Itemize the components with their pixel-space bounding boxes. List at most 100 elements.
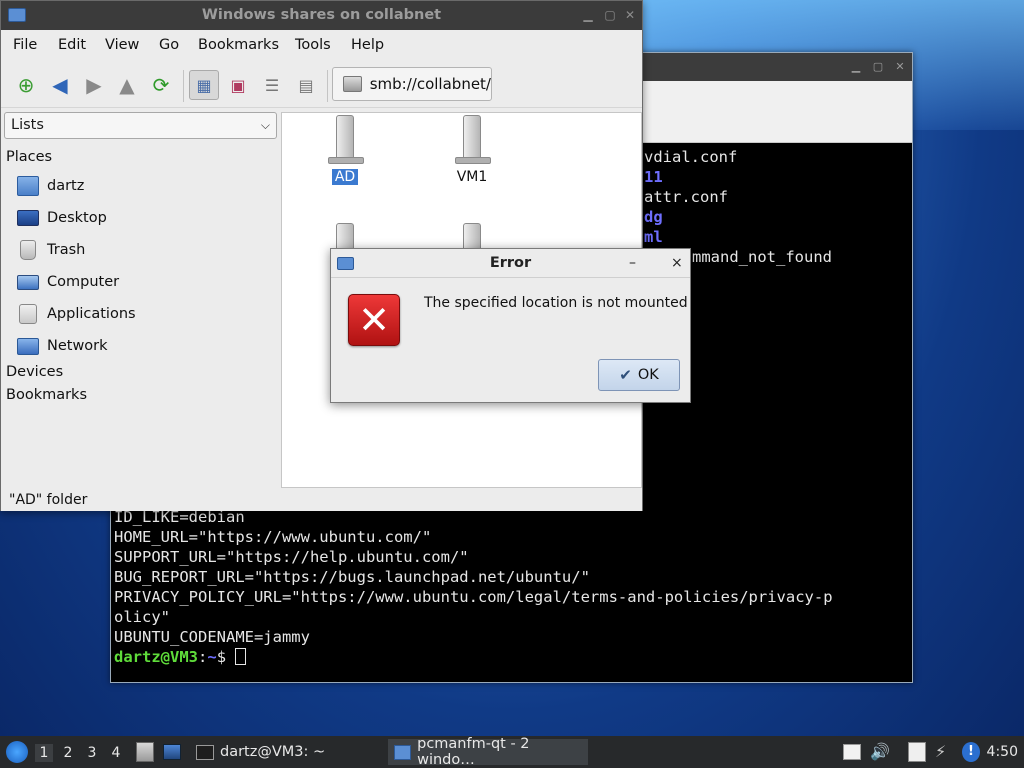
toolbar: ⊕ ◀ ▶ ▲ ⟳ ▦ ▣ ☰ ▤ smb://collabnet/ bbox=[1, 60, 642, 108]
side-pane-mode-select[interactable]: Lists ⌵ bbox=[4, 112, 277, 139]
computer-icon bbox=[17, 274, 39, 290]
server-icon bbox=[463, 223, 481, 249]
task-terminal[interactable]: dartz@VM3: ~ bbox=[190, 739, 331, 765]
menu-bookmarks[interactable]: Bookmarks bbox=[198, 37, 279, 53]
update-notifier-icon[interactable]: ! bbox=[962, 742, 980, 762]
dialog-title: Error bbox=[489, 255, 532, 271]
reload-icon[interactable]: ⟳ bbox=[146, 70, 176, 100]
trash-icon bbox=[20, 240, 36, 260]
show-desktop-icon[interactable] bbox=[163, 744, 181, 760]
side-pane: Lists ⌵ Places dartz Desktop Trash Compu… bbox=[1, 109, 280, 489]
ok-button[interactable]: ✔ OK bbox=[598, 359, 680, 391]
terminal-line: attr.conf bbox=[644, 188, 728, 206]
notes-icon[interactable] bbox=[843, 744, 861, 760]
clipboard-icon[interactable] bbox=[908, 742, 926, 762]
server-icon bbox=[455, 115, 491, 164]
menu-go[interactable]: Go bbox=[159, 37, 179, 53]
start-menu-icon[interactable] bbox=[6, 741, 28, 763]
terminal-line: BUG_REPORT_URL="https://bugs.launchpad.n… bbox=[114, 568, 590, 586]
menubar: File Edit View Go Bookmarks Tools Help bbox=[1, 30, 642, 60]
share-item-vm1[interactable]: VM1 bbox=[427, 115, 517, 185]
sidebar-item-label: Desktop bbox=[47, 210, 107, 226]
devices-heading[interactable]: Devices bbox=[6, 364, 63, 380]
desktop-switcher-3[interactable]: 3 bbox=[83, 744, 101, 762]
prompt-path: ~ bbox=[207, 648, 217, 666]
terminal-close-icon[interactable]: ✕ bbox=[893, 60, 907, 74]
menu-view[interactable]: View bbox=[105, 37, 139, 53]
file-manager-titlebar[interactable]: Windows shares on collabnet ▁ ▢ ✕ bbox=[1, 1, 642, 30]
sidebar-item-applications[interactable]: Applications bbox=[17, 301, 136, 327]
clock[interactable]: 4:50 bbox=[987, 744, 1018, 760]
terminal-maximize-icon[interactable]: ▢ bbox=[871, 60, 885, 74]
menu-edit[interactable]: Edit bbox=[58, 37, 86, 53]
sidebar-item-desktop[interactable]: Desktop bbox=[17, 205, 107, 231]
terminal-cursor bbox=[235, 648, 247, 665]
share-item[interactable] bbox=[300, 223, 390, 249]
terminal-line: 11 bbox=[644, 168, 663, 186]
terminal-prompt[interactable]: dartz@VM3:~$ bbox=[114, 647, 247, 667]
file-manager-launcher-icon[interactable] bbox=[136, 742, 154, 762]
maximize-icon[interactable]: ▢ bbox=[603, 9, 617, 23]
bookmarks-heading[interactable]: Bookmarks bbox=[6, 387, 87, 403]
ok-label: OK bbox=[637, 367, 659, 383]
new-tab-icon[interactable]: ⊕ bbox=[11, 70, 41, 100]
sidebar-item-label: Computer bbox=[47, 274, 120, 290]
network-drive-icon bbox=[343, 76, 362, 92]
sidebar-item-label: Network bbox=[47, 338, 108, 354]
task-label: pcmanfm-qt - 2 windo… bbox=[417, 736, 530, 768]
menu-file[interactable]: File bbox=[13, 37, 37, 53]
path-bar-button[interactable]: smb://collabnet/ bbox=[332, 67, 492, 101]
sidebar-item-label: dartz bbox=[47, 178, 85, 194]
sidebar-item-home[interactable]: dartz bbox=[17, 173, 84, 199]
terminal-minimize-icon[interactable]: ▁ bbox=[849, 60, 863, 74]
network-icon bbox=[17, 337, 39, 355]
close-icon[interactable]: ✕ bbox=[623, 9, 637, 23]
detailed-list-view-icon[interactable]: ▤ bbox=[291, 70, 321, 100]
task-file-manager[interactable]: pcmanfm-qt - 2 windo… bbox=[388, 736, 588, 768]
share-label: VM1 bbox=[456, 169, 488, 185]
terminal-line: SUPPORT_URL="https://help.ubuntu.com/" bbox=[114, 548, 469, 566]
applications-icon bbox=[19, 304, 37, 324]
sidebar-item-label: Applications bbox=[47, 306, 136, 322]
terminal-line: HOME_URL="https://www.ubuntu.com/" bbox=[114, 528, 432, 546]
folder-icon bbox=[394, 744, 412, 760]
error-dialog[interactable]: Error – × ✕ The specified location is no… bbox=[330, 248, 691, 403]
sidebar-item-trash[interactable]: Trash bbox=[17, 237, 85, 263]
desktop-icon bbox=[17, 210, 39, 226]
terminal-line: olicy" bbox=[114, 608, 170, 626]
minimize-icon[interactable]: ▁ bbox=[581, 9, 595, 23]
menu-help[interactable]: Help bbox=[351, 37, 384, 53]
sidebar-item-network[interactable]: Network bbox=[17, 333, 108, 359]
terminal-icon bbox=[196, 744, 214, 760]
share-item[interactable] bbox=[427, 223, 517, 249]
dialog-minimize-icon[interactable]: – bbox=[629, 255, 636, 271]
desktop-switcher-4[interactable]: 4 bbox=[107, 744, 125, 762]
desktop-switcher-2[interactable]: 2 bbox=[59, 744, 77, 762]
menu-tools[interactable]: Tools bbox=[295, 37, 331, 53]
volume-icon[interactable]: 🔊 bbox=[870, 742, 890, 762]
dialog-message: The specified location is not mounted bbox=[424, 295, 688, 311]
dialog-close-icon[interactable]: × bbox=[671, 255, 683, 271]
select-value: Lists bbox=[11, 117, 44, 133]
prompt-colon: : bbox=[198, 648, 208, 666]
terminal-line: PRIVACY_POLICY_URL="https://www.ubuntu.c… bbox=[114, 588, 833, 606]
chevron-down-icon: ⌵ bbox=[260, 118, 270, 132]
share-item-ad[interactable]: AD bbox=[300, 115, 390, 185]
desktop-switcher-1[interactable]: 1 bbox=[35, 744, 53, 762]
back-arrow-icon[interactable]: ◀ bbox=[45, 70, 75, 100]
icon-view-icon[interactable]: ▦ bbox=[189, 70, 219, 100]
path-text: smb://collabnet/ bbox=[369, 75, 491, 93]
terminal-line: dg bbox=[644, 208, 663, 226]
places-heading[interactable]: Places bbox=[6, 149, 52, 165]
thumbnail-view-icon[interactable]: ▣ bbox=[223, 70, 253, 100]
terminal-line: ml bbox=[644, 228, 663, 246]
taskbar: 1 2 3 4 dartz@VM3: ~ pcmanfm-qt - 2 wind… bbox=[0, 736, 1024, 768]
dialog-titlebar[interactable]: Error – × bbox=[331, 249, 690, 278]
network-plug-icon[interactable]: ⚡ bbox=[935, 742, 953, 762]
prompt-symbol: $ bbox=[216, 648, 227, 666]
compact-view-icon[interactable]: ☰ bbox=[257, 70, 287, 100]
forward-arrow-icon[interactable]: ▶ bbox=[79, 70, 109, 100]
sidebar-item-computer[interactable]: Computer bbox=[17, 269, 119, 295]
terminal-line: vdial.conf bbox=[644, 148, 738, 166]
up-arrow-icon[interactable]: ▲ bbox=[112, 70, 142, 100]
